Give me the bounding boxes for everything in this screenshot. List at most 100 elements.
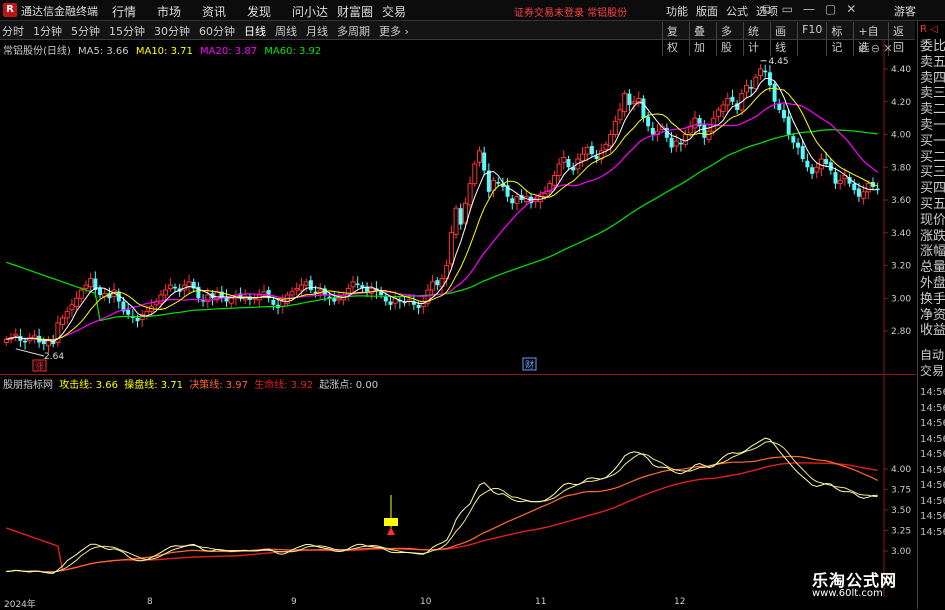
ind-y-tick-label: 4.00 xyxy=(891,465,911,475)
menu-item-trade[interactable]: 交易 xyxy=(382,3,427,20)
candle-body-down xyxy=(510,198,515,204)
candle-body-up xyxy=(78,289,84,299)
quote-field-label-7: 买二 xyxy=(920,149,945,165)
minimize-icon[interactable]: — xyxy=(803,2,815,17)
ma20-line xyxy=(6,102,879,341)
tab-60min[interactable]: 60分钟 xyxy=(199,23,235,39)
candle-body-down xyxy=(702,124,707,138)
candle-body-up xyxy=(74,297,80,307)
candle-body-up xyxy=(692,117,698,129)
candle-body-up xyxy=(467,183,473,206)
close-icon[interactable]: ✕ xyxy=(846,2,856,17)
candle-body-down xyxy=(332,298,337,302)
quote-field-label-0: 委比 xyxy=(920,39,945,54)
menu-item-quotes[interactable]: 行情 xyxy=(112,3,157,20)
limit-tag: 涨 xyxy=(35,361,44,372)
x-label-oct: 10 xyxy=(420,597,432,607)
candle-body-up xyxy=(448,232,454,265)
decision-line xyxy=(6,455,878,573)
quote-field-label-17: 净资 xyxy=(920,307,945,323)
menu-item-discover[interactable]: 发现 xyxy=(247,3,292,20)
candle-body-up xyxy=(814,166,820,173)
candle-body-down xyxy=(388,301,393,305)
quote-field-label-14: 总量 xyxy=(920,260,945,276)
candle-body-up xyxy=(617,109,623,121)
quote-field-label-8: 买三 xyxy=(920,165,945,181)
auto-trade-label-1: 交易 xyxy=(920,364,945,379)
candle-body-down xyxy=(98,288,103,295)
candle-body-up xyxy=(561,156,567,163)
candle-body-up xyxy=(631,101,637,104)
menu-item-layout[interactable]: 版面 xyxy=(696,3,718,19)
tab-weekly[interactable]: 周线 xyxy=(275,23,297,39)
candle-body-down xyxy=(805,160,810,168)
candle-body-up xyxy=(837,179,843,185)
ind-y-tick-label: 3.50 xyxy=(891,506,911,516)
candle-body-up xyxy=(753,76,759,90)
tick-time-2: 14:56 xyxy=(920,418,945,430)
candle-body-up xyxy=(706,130,712,140)
candle-body-up xyxy=(612,120,618,136)
right-menu: 功能 版面 公式 选项 xyxy=(666,3,778,19)
tab-monthly[interactable]: 月线 xyxy=(306,23,328,39)
menu-item-market[interactable]: 市场 xyxy=(157,3,202,20)
candle-body-up xyxy=(252,297,258,300)
y-tick-label: 4.00 xyxy=(891,131,911,141)
quote-field-label-18: 收益 xyxy=(920,323,945,339)
candle-body-up xyxy=(163,289,169,296)
menu-item-news[interactable]: 资讯 xyxy=(202,3,247,20)
candle-body-down xyxy=(730,96,735,102)
candle-body-down xyxy=(833,172,838,184)
candle-body-down xyxy=(641,98,646,119)
y-tick-label: 3.80 xyxy=(891,163,911,173)
candle-body-down xyxy=(786,116,791,135)
candle-body-up xyxy=(88,278,94,288)
candle-body-up xyxy=(46,340,52,347)
low-price-label: 2.64 xyxy=(44,352,64,362)
guest-label[interactable]: 游客 xyxy=(894,3,916,19)
tab-daily[interactable]: 日线 xyxy=(244,23,266,39)
quote-field-label-10: 买五 xyxy=(920,196,945,212)
auto-trade-label-0: 自动 xyxy=(920,348,945,363)
candle-body-up xyxy=(608,134,614,147)
candle-body-up xyxy=(13,333,19,337)
window-controls: ⧉ ▭ — ▢ ✕ xyxy=(763,2,856,17)
ind-y-tick-label: 3.25 xyxy=(891,527,911,537)
restore-icon[interactable]: ⧉ xyxy=(763,2,772,17)
maximize-icon[interactable]: ▢ xyxy=(825,2,836,17)
candle-body-down xyxy=(669,137,674,148)
quote-side-panel: R ◁ 委比 卖五 卖四 卖三 卖二 卖一 买一 买二 买三 买四 买五 现价 涨跌 涨幅 总量 外盘 换手 净资… xyxy=(917,21,945,609)
tab-1min[interactable]: 1分钟 xyxy=(33,23,62,39)
tab-30min[interactable]: 30分钟 xyxy=(154,23,190,39)
y-tick-label: 2.80 xyxy=(891,327,911,337)
candle-body-up xyxy=(289,291,295,296)
candle-body-up xyxy=(542,192,548,198)
menu-item-wealth[interactable]: 财富圈 xyxy=(337,3,382,20)
login-notice[interactable]: 证券交易未登录 常铝股份 xyxy=(514,4,627,19)
tab-15min[interactable]: 15分钟 xyxy=(109,23,145,39)
panel-toggle[interactable]: R ◁ xyxy=(918,21,945,39)
menu-item-ask[interactable]: 问小达 xyxy=(292,3,337,20)
panel-icon[interactable]: ▭ xyxy=(782,2,793,17)
tab-multi-period[interactable]: 多周期 xyxy=(337,23,370,39)
x-label-nov: 11 xyxy=(535,597,547,607)
quote-field-label-15: 外盘 xyxy=(920,275,945,291)
candle-body-down xyxy=(650,127,655,135)
tab-more[interactable]: 更多 › xyxy=(379,23,409,39)
tick-time-3: 14:56 xyxy=(920,433,945,445)
tab-5min[interactable]: 5分钟 xyxy=(71,23,100,39)
quote-field-label-13: 涨幅 xyxy=(920,244,945,260)
indicator-chart[interactable]: 4.00 3.75 3.50 3.25 3.00 xyxy=(0,375,916,597)
candle-body-down xyxy=(763,70,768,73)
x-axis: 2024年 8 9 10 11 12 xyxy=(0,597,916,610)
candle-body-up xyxy=(861,191,867,199)
menu-item-function[interactable]: 功能 xyxy=(666,3,688,19)
y-tick-label: 3.60 xyxy=(891,196,911,206)
quote-field-label-1: 卖五 xyxy=(920,54,945,70)
candle-body-down xyxy=(482,152,487,171)
candlestick-chart[interactable]: 4.40 4.20 4.00 3.80 3.60 3.40 3.20 3.00 2.80 4.45… xyxy=(0,40,916,374)
menu-item-formula[interactable]: 公式 xyxy=(726,3,748,19)
candle-body-down xyxy=(23,340,28,343)
tab-timeshare[interactable]: 分时 xyxy=(2,23,24,39)
candle-body-down xyxy=(486,170,491,192)
